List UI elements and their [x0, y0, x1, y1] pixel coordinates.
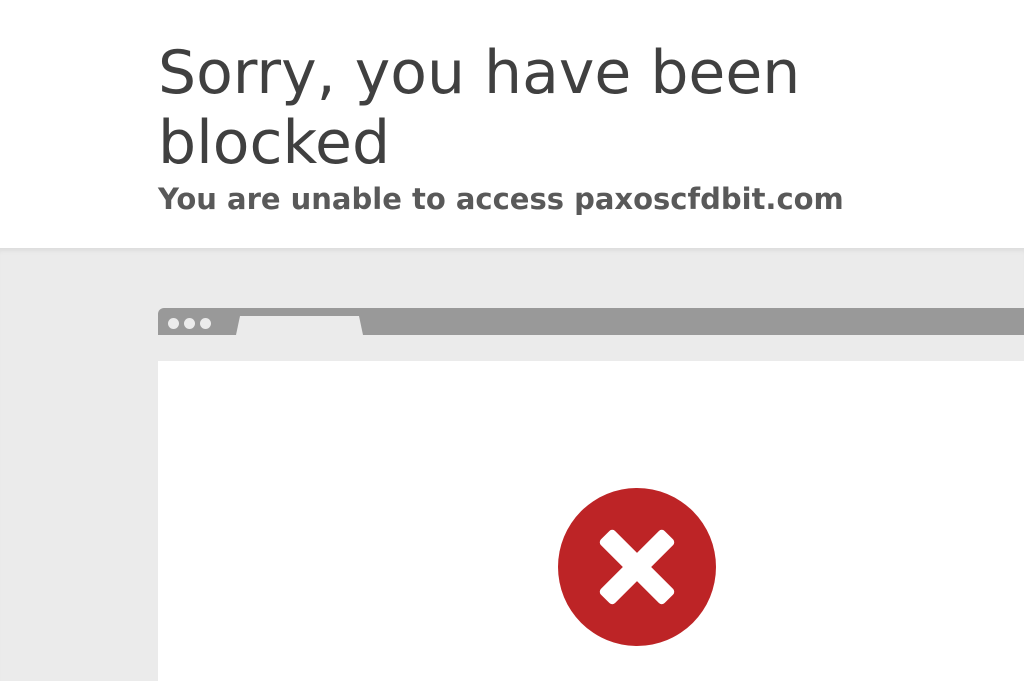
- browser-illustration-toolbar: [158, 335, 1024, 361]
- page-title: Sorry, you have been blocked: [158, 38, 801, 178]
- window-dot-icon: [168, 318, 179, 329]
- page-subtitle: You are unable to access paxoscfdbit.com: [158, 182, 844, 216]
- window-dot-icon: [184, 318, 195, 329]
- window-dot-icon: [200, 318, 211, 329]
- error-x-icon: [558, 488, 716, 646]
- page-header: Sorry, you have been blocked You are una…: [0, 0, 1024, 248]
- browser-illustration-tab: [236, 316, 363, 335]
